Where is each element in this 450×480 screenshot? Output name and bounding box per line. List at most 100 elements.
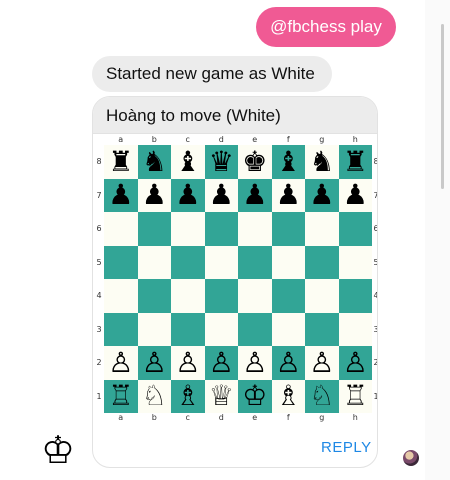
square-d1[interactable]: ♕ (204, 379, 238, 413)
square-a7[interactable]: ♟ (104, 178, 138, 212)
chess-piece[interactable]: ♚ (242, 147, 267, 176)
chess-piece[interactable]: ♕ (209, 382, 234, 410)
square-b2[interactable]: ♙ (137, 346, 171, 380)
square-e5[interactable] (238, 245, 272, 279)
square-b6[interactable] (137, 212, 171, 246)
square-f5[interactable] (271, 245, 305, 279)
scrollbar-thumb[interactable] (441, 24, 444, 189)
square-d4[interactable] (204, 279, 238, 313)
square-d6[interactable] (204, 212, 238, 246)
square-a3[interactable] (104, 312, 138, 346)
chess-piece[interactable]: ♗ (276, 382, 301, 410)
square-d2[interactable]: ♙ (204, 346, 238, 380)
chess-piece[interactable]: ♙ (309, 348, 334, 377)
reply-button[interactable]: REPLY (321, 439, 372, 456)
chess-piece[interactable]: ♞ (309, 147, 334, 176)
square-f3[interactable] (271, 312, 305, 346)
square-f8[interactable]: ♝ (271, 145, 305, 179)
chess-piece[interactable]: ♗ (175, 382, 200, 410)
square-d7[interactable]: ♟ (204, 178, 238, 212)
square-d8[interactable]: ♛ (204, 145, 238, 179)
square-h8[interactable]: ♜ (338, 145, 372, 179)
chess-piece[interactable]: ♙ (175, 348, 200, 377)
square-b8[interactable]: ♞ (137, 145, 171, 179)
square-g1[interactable]: ♘ (305, 379, 339, 413)
square-e7[interactable]: ♟ (238, 178, 272, 212)
incoming-message[interactable]: Started new game as White (92, 56, 332, 92)
square-a4[interactable] (104, 279, 138, 313)
chess-piece[interactable]: ♝ (276, 147, 301, 176)
square-e8[interactable]: ♚ (238, 145, 272, 179)
square-b7[interactable]: ♟ (137, 178, 171, 212)
square-f7[interactable]: ♟ (271, 178, 305, 212)
square-a2[interactable]: ♙ (104, 346, 138, 380)
square-h3[interactable] (338, 312, 372, 346)
chess-piece[interactable]: ♙ (242, 348, 267, 377)
chess-piece[interactable]: ♝ (175, 147, 200, 176)
chess-piece[interactable]: ♖ (343, 382, 368, 410)
square-d5[interactable] (204, 245, 238, 279)
square-e1[interactable]: ♔ (238, 379, 272, 413)
chess-piece[interactable]: ♙ (276, 348, 301, 377)
chess-piece[interactable]: ♙ (343, 348, 368, 377)
user-avatar[interactable] (403, 450, 419, 466)
chess-piece[interactable]: ♘ (309, 382, 334, 410)
square-h2[interactable]: ♙ (338, 346, 372, 380)
chess-piece[interactable]: ♜ (343, 147, 368, 176)
square-c6[interactable] (171, 212, 205, 246)
chess-piece[interactable]: ♟ (309, 181, 334, 209)
chess-piece[interactable]: ♟ (175, 181, 200, 209)
square-a6[interactable] (104, 212, 138, 246)
square-g5[interactable] (305, 245, 339, 279)
chess-piece[interactable]: ♟ (142, 181, 167, 209)
chess-piece[interactable]: ♘ (142, 382, 167, 410)
square-c7[interactable]: ♟ (171, 178, 205, 212)
square-c2[interactable]: ♙ (171, 346, 205, 380)
chess-piece[interactable]: ♟ (276, 181, 301, 209)
square-c3[interactable] (171, 312, 205, 346)
square-h1[interactable]: ♖ (338, 379, 372, 413)
square-g6[interactable] (305, 212, 339, 246)
scrollbar-track[interactable] (425, 0, 450, 480)
square-d3[interactable] (204, 312, 238, 346)
square-a8[interactable]: ♜ (104, 145, 138, 179)
square-g7[interactable]: ♟ (305, 178, 339, 212)
square-g3[interactable] (305, 312, 339, 346)
square-e4[interactable] (238, 279, 272, 313)
chess-piece[interactable]: ♜ (108, 147, 133, 176)
square-f4[interactable] (271, 279, 305, 313)
square-b4[interactable] (137, 279, 171, 313)
square-g2[interactable]: ♙ (305, 346, 339, 380)
square-e6[interactable] (238, 212, 272, 246)
square-f6[interactable] (271, 212, 305, 246)
chess-piece[interactable]: ♙ (209, 348, 234, 377)
square-h4[interactable] (338, 279, 372, 313)
square-h7[interactable]: ♟ (338, 178, 372, 212)
square-b3[interactable] (137, 312, 171, 346)
chess-piece[interactable]: ♟ (343, 181, 368, 209)
square-g4[interactable] (305, 279, 339, 313)
square-c8[interactable]: ♝ (171, 145, 205, 179)
square-g8[interactable]: ♞ (305, 145, 339, 179)
square-a1[interactable]: ♖ (104, 379, 138, 413)
square-b5[interactable] (137, 245, 171, 279)
chess-board[interactable]: ♜ ♞ ♝ ♛ ♚ ♝ ♞ ♜ ♟ ♟ ♟ ♟ ♟ ♟ ♟ ♟ ♙ ♙ ♙ ♙ ♙ ♙ ♙ ♙ ♖ ♘ ♗ ♕ ♔ ♗ ♘ ♖ (104, 145, 372, 413)
chess-piece[interactable]: ♙ (108, 348, 133, 377)
square-c1[interactable]: ♗ (171, 379, 205, 413)
chess-piece[interactable]: ♔ (242, 382, 267, 410)
chess-piece[interactable]: ♖ (108, 382, 133, 410)
chess-piece[interactable]: ♞ (142, 147, 167, 176)
square-e2[interactable]: ♙ (238, 346, 272, 380)
square-f2[interactable]: ♙ (271, 346, 305, 380)
square-c5[interactable] (171, 245, 205, 279)
chess-piece[interactable]: ♟ (108, 181, 133, 209)
square-b1[interactable]: ♘ (137, 379, 171, 413)
chess-piece[interactable]: ♙ (142, 348, 167, 377)
outgoing-message[interactable]: @fbchess play (256, 7, 396, 47)
chess-piece[interactable]: ♟ (209, 181, 234, 209)
square-a5[interactable] (104, 245, 138, 279)
square-e3[interactable] (238, 312, 272, 346)
square-h5[interactable] (338, 245, 372, 279)
square-h6[interactable] (338, 212, 372, 246)
chess-piece[interactable]: ♛ (209, 147, 234, 176)
